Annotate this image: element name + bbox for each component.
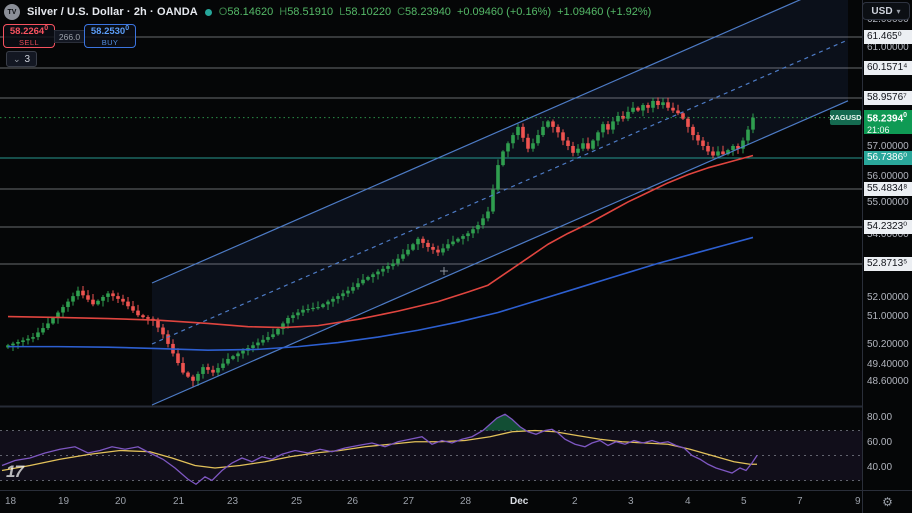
time-tick: 27 xyxy=(403,496,414,507)
time-tick: 4 xyxy=(685,496,691,507)
time-tick: 21 xyxy=(173,496,184,507)
time-tick: 18 xyxy=(5,496,16,507)
collapsed-indicator-count: 3 xyxy=(25,54,31,65)
sell-button-label: SELL xyxy=(19,38,39,48)
time-tick: 19 xyxy=(58,496,69,507)
time-tick: 9 xyxy=(855,496,861,507)
price-tick: 51.00000 xyxy=(867,311,909,322)
symbol-price-tag: XAGUSD xyxy=(830,110,861,125)
sell-button[interactable]: 58.22640 SELL xyxy=(3,24,55,48)
price-level-label: 54.2323⁰ xyxy=(864,220,912,234)
chevron-down-icon: ▾ xyxy=(897,7,901,16)
time-tick: 3 xyxy=(628,496,634,507)
price-tick: 80.00 xyxy=(867,412,892,423)
buy-button-label: BUY xyxy=(102,38,119,48)
time-tick: 28 xyxy=(460,496,471,507)
time-tick: 25 xyxy=(291,496,302,507)
last-price-label: 58.23940 21:06 xyxy=(864,110,912,134)
price-tick: 60.00 xyxy=(867,437,892,448)
axis-settings-button[interactable]: ⚙ xyxy=(862,490,912,513)
price-level-label: 52.8713⁵ xyxy=(864,257,912,271)
time-tick: 26 xyxy=(347,496,358,507)
price-tick: 49.40000 xyxy=(867,359,909,370)
gear-icon: ⚙ xyxy=(882,495,893,509)
time-tick: 20 xyxy=(115,496,126,507)
price-tick: 40.00 xyxy=(867,462,892,473)
time-tick: 2 xyxy=(572,496,578,507)
price-tick: 52.00000 xyxy=(867,292,909,303)
market-status-icon[interactable] xyxy=(205,9,212,16)
time-tick: 5 xyxy=(741,496,747,507)
time-tick: Dec xyxy=(510,496,528,507)
trade-panel: 58.22640 SELL 266.0 58.25300 BUY xyxy=(3,24,143,50)
low-value: 58.10220 xyxy=(345,6,391,18)
price-level-label: 55.4834⁸ xyxy=(864,182,912,196)
close-value: 58.23940 xyxy=(405,6,451,18)
price-tick: 55.00000 xyxy=(867,197,909,208)
change-extended-value: +1.09460 (+1.92%) xyxy=(557,6,651,18)
price-tick: 48.60000 xyxy=(867,376,909,387)
symbol-title[interactable]: Silver / U.S. Dollar · 2h · OANDA xyxy=(27,6,198,18)
spread-value: 266.0 xyxy=(54,30,85,43)
buy-button[interactable]: 58.25300 BUY xyxy=(84,24,136,48)
change-value: +0.09460 (+0.16%) xyxy=(457,6,551,18)
symbol-header: TV Silver / U.S. Dollar · 2h · OANDA O58… xyxy=(4,3,651,21)
time-axis[interactable]: 181920212325262728Dec234579 xyxy=(0,490,862,513)
trading-app: TV Silver / U.S. Dollar · 2h · OANDA O58… xyxy=(0,0,912,513)
chart-canvas[interactable] xyxy=(0,0,912,513)
price-level-label: 56.7386⁰ xyxy=(864,151,912,165)
indicators-collapse-button[interactable]: ⌄ 3 xyxy=(6,51,37,67)
price-tick: 56.00000 xyxy=(867,171,909,182)
bar-countdown: 21:06 xyxy=(864,125,912,135)
price-level-label: 58.9576⁷ xyxy=(864,91,912,105)
chevron-down-icon: ⌄ xyxy=(13,54,21,65)
price-level-label: 61.465⁰ xyxy=(864,30,912,44)
price-axis[interactable]: 58.23940 21:06 62.0000061.0000057.000005… xyxy=(862,0,912,490)
tradingview-logo-icon[interactable]: TV xyxy=(4,4,20,20)
ohlc-values: O58.14620 H58.51910 L58.10220 C58.23940 … xyxy=(219,6,652,18)
open-value: 58.14620 xyxy=(227,6,273,18)
high-value: 58.51910 xyxy=(287,6,333,18)
currency-toggle-button[interactable]: USD▾ xyxy=(862,2,910,20)
price-tick: 50.20000 xyxy=(867,339,909,350)
time-tick: 7 xyxy=(797,496,803,507)
time-tick: 23 xyxy=(227,496,238,507)
price-level-label: 60.1571⁴ xyxy=(864,61,912,75)
tradingview-watermark-icon: 17 xyxy=(6,462,23,482)
